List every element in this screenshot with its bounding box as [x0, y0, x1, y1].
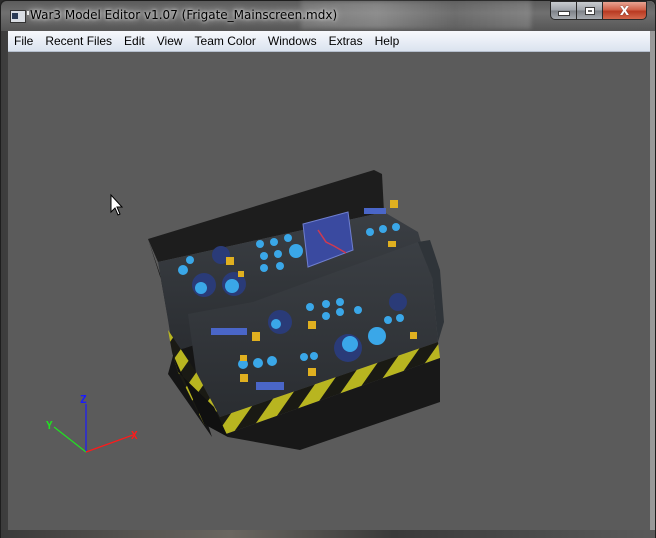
model-frigate-mainscreen[interactable]: [148, 170, 444, 450]
menu-extras[interactable]: Extras: [323, 31, 369, 51]
minimize-icon: [557, 11, 570, 16]
axis-gizmo: Z Y X: [46, 393, 138, 453]
close-button[interactable]: X: [602, 1, 647, 20]
close-icon: X: [619, 3, 630, 18]
viewport-canvas[interactable]: Z Y X: [8, 52, 650, 530]
arrow-cursor-icon: [110, 193, 124, 216]
menu-recent-files[interactable]: Recent Files: [39, 31, 118, 51]
app-window-icon[interactable]: [10, 10, 29, 23]
menu-help[interactable]: Help: [369, 31, 406, 51]
title-bar[interactable]: War3 Model Editor v1.07 (Frigate_Mainscr…: [1, 1, 655, 31]
menu-bar: File Recent Files Edit View Team Color W…: [8, 31, 650, 52]
app-window: War3 Model Editor v1.07 (Frigate_Mainscr…: [0, 0, 656, 538]
menu-view[interactable]: View: [151, 31, 189, 51]
axis-z-label: Z: [80, 393, 87, 406]
menu-team-color[interactable]: Team Color: [189, 31, 262, 51]
menu-file[interactable]: File: [8, 31, 39, 51]
axis-x-label: X: [131, 429, 138, 442]
axis-x-line: [85, 434, 134, 453]
minimize-button[interactable]: [550, 1, 576, 20]
3d-viewport[interactable]: Z Y X: [8, 52, 650, 531]
axis-y-line: [53, 426, 87, 453]
axis-y-label: Y: [46, 419, 53, 432]
caption-buttons: X: [550, 1, 647, 21]
maximize-icon: [584, 6, 595, 15]
menu-edit[interactable]: Edit: [118, 31, 151, 51]
window-title: War3 Model Editor v1.07 (Frigate_Mainscr…: [30, 8, 338, 22]
menu-windows[interactable]: Windows: [262, 31, 323, 51]
maximize-button[interactable]: [576, 1, 602, 20]
window-bottom-frame: [1, 530, 655, 538]
